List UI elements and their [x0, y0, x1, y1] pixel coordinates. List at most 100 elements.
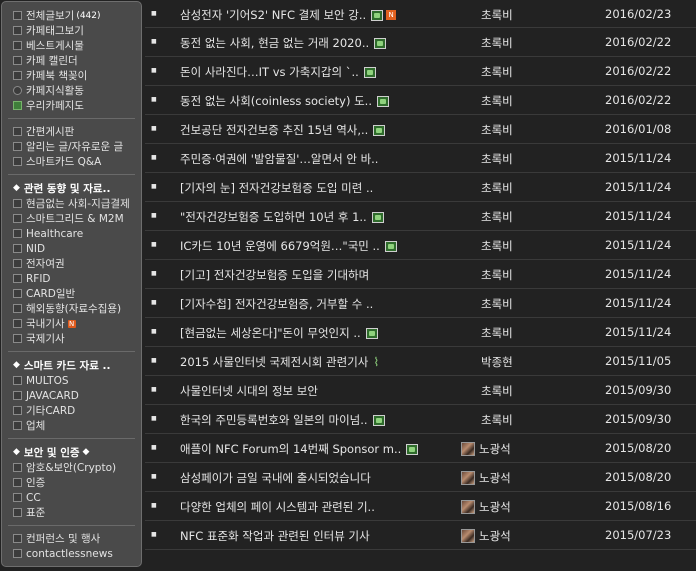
- sidebar-item[interactable]: MULTOS: [2, 373, 141, 388]
- sidebar-section-header[interactable]: ◆ 스마트 카드 자료 ..: [2, 357, 141, 373]
- sidebar-item-label: 간편게시판: [26, 126, 75, 138]
- bullet-icon: ■: [151, 357, 157, 364]
- diamond-icon: ◆: [13, 447, 20, 457]
- post-author[interactable]: 초록비: [481, 238, 513, 254]
- diamond-icon: ◆: [13, 360, 20, 370]
- sidebar-item-label: 인증: [26, 477, 46, 489]
- sidebar-item[interactable]: 카페 캘린더: [2, 53, 141, 68]
- post-title: 2015 사물인터넷 국제전시회 관련기사: [180, 355, 369, 369]
- divider: [8, 438, 135, 439]
- sidebar-item-label: 알리는 글/자유로운 글: [26, 141, 124, 153]
- sidebar-item[interactable]: Healthcare: [2, 226, 141, 241]
- sidebar-item[interactable]: 카페태그보기: [2, 23, 141, 38]
- sidebar-item[interactable]: RFID: [2, 271, 141, 286]
- sidebar-item[interactable]: 카페북 책꽂이: [2, 68, 141, 83]
- sidebar-section-header[interactable]: ◆ 보안 및 인증 ◆: [2, 444, 141, 460]
- post-author[interactable]: 초록비: [481, 7, 513, 23]
- sidebar-item[interactable]: JAVACARD: [2, 388, 141, 403]
- post-title-link[interactable]: 동전 없는 사회(coinless society) 도..: [180, 93, 389, 109]
- sidebar-item-label: 베스트게시물: [26, 40, 84, 52]
- board-icon: [13, 376, 22, 385]
- post-title-link[interactable]: "전자건강보험증 도입하면 10년 후 1..: [180, 209, 384, 225]
- user-avatar: [461, 500, 475, 514]
- sidebar-item[interactable]: 컨퍼런스 및 행사: [2, 531, 141, 546]
- sidebar-item[interactable]: 현금없는 사회-지급결제: [2, 196, 141, 211]
- post-title-link[interactable]: 삼성전자 '기어S2' NFC 결제 보안 강.. N: [180, 7, 397, 23]
- post-title: 동전 없는 사회, 현금 없는 거래 2020..: [180, 36, 370, 50]
- sidebar-item[interactable]: 국내기사 N: [2, 316, 141, 331]
- post-author[interactable]: 초록비: [481, 180, 513, 196]
- post-author[interactable]: 노광석: [461, 441, 511, 457]
- post-author[interactable]: 박종현: [481, 354, 513, 370]
- post-title-link[interactable]: 사물인터넷 시대의 정보 보안: [180, 383, 318, 399]
- post-author[interactable]: 초록비: [481, 93, 513, 109]
- author-name: 초록비: [481, 268, 513, 282]
- post-author[interactable]: 초록비: [481, 64, 513, 80]
- post-author[interactable]: 초록비: [481, 325, 513, 341]
- post-author[interactable]: 초록비: [481, 383, 513, 399]
- sidebar-item[interactable]: CC: [2, 490, 141, 505]
- post-title-link[interactable]: 다양한 업체의 페이 시스템과 관련된 기..: [180, 499, 375, 515]
- sidebar-item[interactable]: CARD일반: [2, 286, 141, 301]
- sidebar-section-header[interactable]: ◆ 관련 동향 및 자료..: [2, 180, 141, 196]
- post-title-link[interactable]: 동전 없는 사회, 현금 없는 거래 2020..: [180, 35, 387, 51]
- sidebar-item[interactable]: 국제기사: [2, 331, 141, 346]
- post-author[interactable]: 노광석: [461, 470, 511, 486]
- sidebar-item[interactable]: 업체: [2, 418, 141, 433]
- post-title-link[interactable]: 건보공단 전자건보증 추진 15년 역사,..: [180, 122, 386, 138]
- sidebar-item[interactable]: 스마트그리드 & M2M: [2, 211, 141, 226]
- post-title-link[interactable]: 애플이 NFC Forum의 14번째 Sponsor m..: [180, 441, 419, 457]
- post-title-link[interactable]: 돈이 사라진다…IT vs 가축지갑의 `..: [180, 64, 376, 80]
- post-author[interactable]: 초록비: [481, 412, 513, 428]
- sidebar-item[interactable]: 베스트게시물: [2, 38, 141, 53]
- post-title-link[interactable]: 2015 사물인터넷 국제전시회 관련기사 ⌇: [180, 354, 379, 370]
- bullet-icon: ■: [151, 444, 157, 451]
- sidebar-item[interactable]: 전체글보기 (442): [2, 8, 141, 23]
- post-title-link[interactable]: IC카드 10년 운영에 6679억원…"국민 ..: [180, 238, 397, 254]
- post-author[interactable]: 초록비: [481, 267, 513, 283]
- board-icon: [13, 127, 22, 136]
- post-title-link[interactable]: [기자수첩] 전자건강보험증, 거부할 수 ..: [180, 296, 373, 312]
- sidebar-item[interactable]: 인증: [2, 475, 141, 490]
- sidebar-item[interactable]: 카페지식활동: [2, 83, 141, 98]
- post-author[interactable]: 노광석: [461, 499, 511, 515]
- post-author[interactable]: 초록비: [481, 296, 513, 312]
- post-title: 삼성페이가 금일 국내에 출시되었습니다: [180, 471, 371, 485]
- post-author[interactable]: 초록비: [481, 209, 513, 225]
- post-title-link[interactable]: 삼성페이가 금일 국내에 출시되었습니다: [180, 470, 371, 486]
- post-title-link[interactable]: 주민증·여권에 '발암물질'…알면서 안 바..: [180, 151, 378, 167]
- tag-icon: [13, 26, 22, 35]
- post-title-link[interactable]: [기고] 전자건강보험증 도입을 기대하며: [180, 267, 369, 283]
- post-title-link[interactable]: [기자의 눈] 전자건강보험증 도입 미련 ..: [180, 180, 373, 196]
- post-title-link[interactable]: [현금없는 세상온다]"돈이 무엇인지 ..: [180, 325, 378, 341]
- post-title-link[interactable]: NFC 표준화 작업과 관련된 인터뷰 기사: [180, 528, 370, 544]
- sidebar-item[interactable]: 스마트카드 Q&A: [2, 154, 141, 169]
- sidebar-item[interactable]: contactlessnews: [2, 546, 141, 561]
- sidebar-item[interactable]: 전자여권: [2, 256, 141, 271]
- post-row: ■ 동전 없는 사회, 현금 없는 거래 2020.. 초록비 2016/02/22: [145, 28, 696, 57]
- post-row: ■ 삼성전자 '기어S2' NFC 결제 보안 강.. N 초록비 2016/02/23: [145, 0, 696, 28]
- user-avatar: [461, 471, 475, 485]
- post-row: ■ [기자의 눈] 전자건강보험증 도입 미련 .. 초록비 2015/11/24: [145, 173, 696, 202]
- post-date: 2015/11/24: [605, 209, 672, 223]
- post-title: [기자의 눈] 전자건강보험증 도입 미련 ..: [180, 181, 374, 195]
- post-author[interactable]: 노광석: [461, 528, 511, 544]
- sidebar-item[interactable]: NID: [2, 241, 141, 256]
- post-row: ■ [기자수첩] 전자건강보험증, 거부할 수 .. 초록비 2015/11/24: [145, 289, 696, 318]
- sidebar-item[interactable]: 우리카페지도: [2, 98, 141, 113]
- sidebar-item[interactable]: 간편게시판: [2, 124, 141, 139]
- post-author[interactable]: 초록비: [481, 35, 513, 51]
- post-date: 2016/02/22: [605, 64, 672, 78]
- sidebar-item[interactable]: 기타CARD: [2, 403, 141, 418]
- sidebar-item[interactable]: 알리는 글/자유로운 글: [2, 139, 141, 154]
- board-icon: [13, 304, 22, 313]
- sidebar-item[interactable]: 암호&보안(Crypto): [2, 460, 141, 475]
- sidebar-item[interactable]: 해외동향(자료수집용): [2, 301, 141, 316]
- sidebar-item[interactable]: 표준: [2, 505, 141, 520]
- divider: [8, 174, 135, 175]
- post-author[interactable]: 초록비: [481, 122, 513, 138]
- paperclip-icon: ⌇: [373, 355, 380, 369]
- sidebar-item-label: 표준: [26, 507, 46, 519]
- post-title-link[interactable]: 한국의 주민등록번호와 일본의 마이넘..: [180, 412, 385, 428]
- post-author[interactable]: 초록비: [481, 151, 513, 167]
